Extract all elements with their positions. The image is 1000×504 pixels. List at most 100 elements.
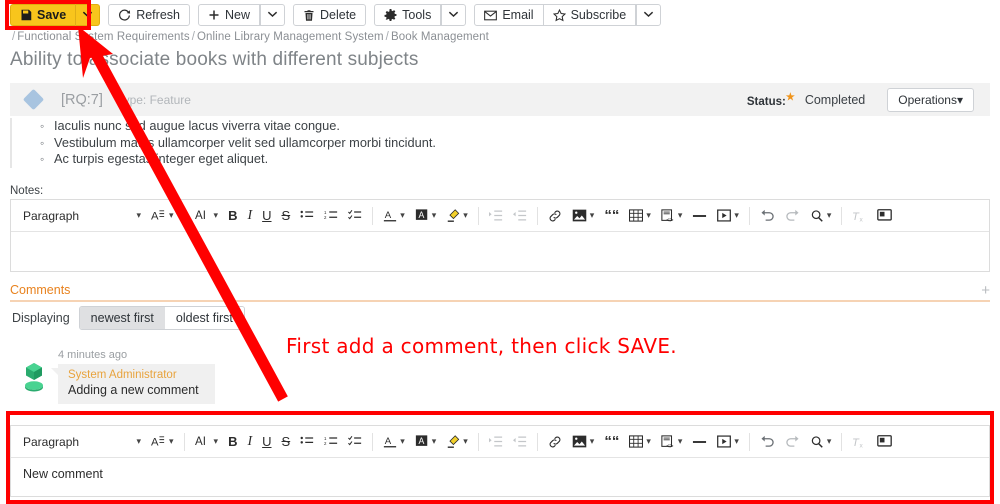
subscribe-button-label: Subscribe bbox=[570, 7, 627, 22]
breadcrumb-item-1[interactable]: Online Library Management System bbox=[197, 31, 384, 43]
toolbar-divider bbox=[536, 206, 538, 225]
italic-icon[interactable]: I bbox=[242, 430, 257, 454]
background-color-icon[interactable]: A ▾ bbox=[410, 430, 442, 454]
svg-text:<>: <> bbox=[666, 443, 674, 449]
strikethrough-icon[interactable]: S bbox=[277, 430, 296, 454]
undo-icon[interactable] bbox=[755, 204, 780, 228]
underline-icon[interactable]: U bbox=[257, 204, 276, 228]
delete-button-label: Delete bbox=[320, 7, 357, 22]
checklist-icon[interactable] bbox=[343, 204, 367, 228]
email-subscribe-group: Email Subscribe bbox=[474, 4, 662, 26]
table-icon[interactable]: ▾ bbox=[624, 430, 656, 454]
breadcrumb-item-0[interactable]: Functional System Requirements bbox=[17, 31, 189, 43]
email-button[interactable]: Email bbox=[474, 4, 544, 26]
bold-icon[interactable]: B bbox=[223, 430, 242, 454]
list-item: Vestibulum mattis ullamcorper velit sed … bbox=[40, 135, 990, 152]
action-toolbar: Save Refresh New Delete Tools Email Subs… bbox=[0, 0, 1000, 28]
link-icon[interactable] bbox=[543, 430, 567, 454]
requirement-id: [RQ:7] bbox=[61, 91, 103, 108]
chevron-down-icon: ▾ bbox=[169, 436, 174, 446]
plus-icon bbox=[208, 9, 220, 21]
subscribe-button[interactable]: Subscribe bbox=[543, 4, 637, 26]
chevron-down-icon: ▾ bbox=[677, 436, 683, 446]
svg-text:A: A bbox=[151, 210, 159, 222]
clear-format-icon[interactable]: Tx bbox=[847, 204, 872, 228]
redo-icon[interactable] bbox=[780, 204, 805, 228]
paragraph-style-select[interactable]: Paragraph ▾ bbox=[15, 204, 146, 228]
sort-order-segmented-control: newest first oldest first bbox=[78, 306, 245, 330]
background-color-icon[interactable]: A ▾ bbox=[410, 204, 442, 228]
sort-newest-first-button[interactable]: newest first bbox=[79, 307, 165, 329]
numbered-list-icon[interactable]: 12 bbox=[319, 430, 343, 454]
image-icon[interactable]: ▾ bbox=[567, 204, 600, 228]
italic-icon[interactable]: I bbox=[242, 204, 257, 228]
breadcrumb-item-2[interactable]: Book Management bbox=[391, 31, 489, 43]
quote-icon[interactable]: ““ bbox=[599, 204, 624, 228]
highlight-icon[interactable]: ▾ bbox=[441, 204, 473, 228]
media-icon[interactable]: ▾ bbox=[712, 430, 744, 454]
find-replace-icon[interactable]: ▾ bbox=[805, 430, 837, 454]
font-family-icon[interactable]: AI ▾ bbox=[190, 430, 224, 454]
breadcrumb-separator: / bbox=[191, 31, 195, 43]
delete-button[interactable]: Delete bbox=[293, 4, 367, 26]
operations-button[interactable]: Operations▾ bbox=[887, 87, 974, 112]
horizontal-rule-icon[interactable] bbox=[687, 204, 712, 228]
chevron-down-icon: ▾ bbox=[169, 210, 174, 220]
fullscreen-icon[interactable] bbox=[872, 204, 897, 228]
chevron-down-icon: ▾ bbox=[646, 210, 651, 220]
image-icon[interactable]: ▾ bbox=[567, 430, 600, 454]
bulleted-list-icon[interactable] bbox=[295, 430, 319, 454]
comment-text: Adding a new comment bbox=[68, 383, 199, 397]
indent-decrease-icon[interactable] bbox=[508, 430, 532, 454]
subscribe-dropdown-toggle[interactable] bbox=[636, 4, 662, 26]
paragraph-style-select[interactable]: Paragraph ▾ bbox=[15, 430, 146, 454]
clear-format-icon[interactable]: Tx bbox=[847, 430, 872, 454]
strikethrough-icon[interactable]: S bbox=[277, 204, 296, 228]
highlight-icon[interactable]: ▾ bbox=[441, 430, 473, 454]
underline-icon[interactable]: U bbox=[257, 430, 276, 454]
bold-icon[interactable]: B bbox=[223, 204, 242, 228]
new-dropdown-toggle[interactable] bbox=[260, 4, 285, 26]
svg-text:2: 2 bbox=[324, 215, 327, 220]
table-icon[interactable]: ▾ bbox=[624, 204, 656, 228]
code-block-icon[interactable]: <> ▾ bbox=[656, 430, 688, 454]
checklist-icon[interactable] bbox=[343, 430, 367, 454]
text-color-icon[interactable]: A ▾ bbox=[378, 204, 410, 228]
svg-text:A: A bbox=[418, 210, 424, 220]
email-button-label: Email bbox=[502, 7, 534, 22]
add-comment-plus-icon[interactable]: + bbox=[981, 283, 990, 298]
new-comment-body[interactable]: New comment bbox=[11, 458, 989, 490]
numbered-list-icon[interactable]: 12 bbox=[319, 204, 343, 228]
font-size-icon[interactable]: A ▾ bbox=[146, 430, 179, 454]
notes-editor-body[interactable] bbox=[11, 232, 989, 250]
undo-icon[interactable] bbox=[755, 430, 780, 454]
chevron-down-icon bbox=[267, 10, 278, 21]
bulleted-list-icon[interactable] bbox=[295, 204, 319, 228]
new-button[interactable]: New bbox=[197, 4, 260, 26]
save-button[interactable]: Save bbox=[10, 4, 76, 26]
code-block-icon[interactable]: <> ▾ bbox=[656, 204, 688, 228]
indent-decrease-icon[interactable] bbox=[508, 204, 532, 228]
link-icon[interactable] bbox=[543, 204, 567, 228]
indent-increase-icon[interactable] bbox=[484, 430, 508, 454]
fullscreen-icon[interactable] bbox=[872, 430, 897, 454]
sort-oldest-first-button[interactable]: oldest first bbox=[164, 307, 244, 329]
tools-dropdown-toggle[interactable] bbox=[441, 4, 467, 26]
redo-icon[interactable] bbox=[780, 430, 805, 454]
text-color-icon[interactable]: A ▾ bbox=[378, 430, 410, 454]
find-replace-icon[interactable]: ▾ bbox=[805, 204, 837, 228]
tools-button[interactable]: Tools bbox=[374, 4, 442, 26]
media-icon[interactable]: ▾ bbox=[712, 204, 744, 228]
save-dropdown-toggle[interactable] bbox=[75, 4, 101, 26]
quote-icon[interactable]: ““ bbox=[599, 430, 624, 454]
font-family-icon[interactable]: AI ▾ bbox=[190, 204, 224, 228]
notes-label: Notes: bbox=[10, 185, 44, 197]
chevron-down-icon: ▾ bbox=[463, 210, 468, 220]
indent-increase-icon[interactable] bbox=[484, 204, 508, 228]
horizontal-rule-icon[interactable] bbox=[687, 430, 712, 454]
required-star-icon: ★ bbox=[785, 91, 795, 103]
svg-text:2: 2 bbox=[324, 441, 327, 446]
font-size-icon[interactable]: A ▾ bbox=[146, 204, 179, 228]
refresh-button[interactable]: Refresh bbox=[108, 4, 190, 26]
page-title: Ability to associate books with differen… bbox=[10, 49, 419, 70]
